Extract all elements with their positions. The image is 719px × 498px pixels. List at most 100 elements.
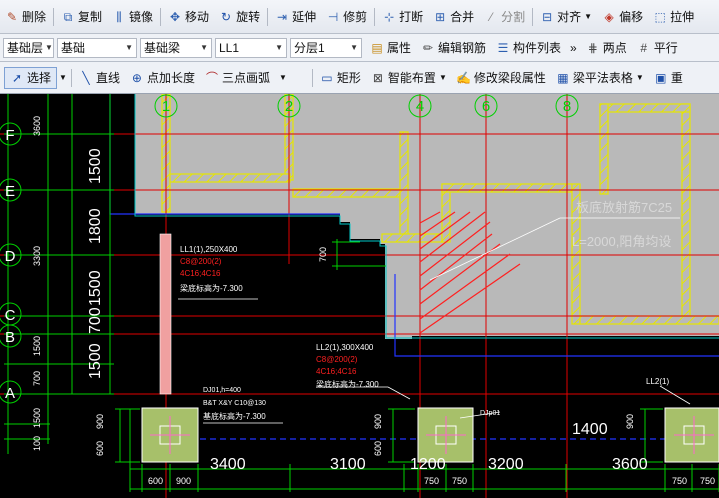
modify-icon: ✍ [456, 70, 472, 85]
dim-text-bottom: 3100 [330, 456, 366, 473]
chevron-down-icon: ▼ [350, 43, 358, 52]
smart-layout-icon: ⊠ [372, 70, 383, 85]
ll1-elevation: 梁底标高为-7.300 [180, 283, 243, 293]
split-button[interactable]: ⁄ 分割 [479, 6, 530, 28]
overflow-button[interactable]: » [566, 37, 581, 59]
dim-text-bottom: 3600 [612, 456, 648, 473]
offset-button[interactable]: ◈ 偏移 [597, 6, 648, 28]
wall[interactable] [381, 233, 443, 243]
ll2-rebar: 4C16;4C16 [316, 367, 357, 376]
more-icon: ▣ [655, 70, 667, 85]
component-select[interactable]: LL1 ▼ [215, 37, 287, 58]
axis-label-top: 4 [416, 98, 424, 115]
axis-label-left: A [5, 385, 15, 402]
wall[interactable] [441, 183, 451, 243]
wall[interactable] [169, 173, 291, 183]
sublayer-select[interactable]: 分层1 ▼ [290, 37, 362, 58]
more-button[interactable]: ▣ 重 [649, 67, 688, 89]
dim-text-large: 1500 [87, 343, 104, 379]
list-icon: ☰ [497, 40, 509, 55]
chevron-down-icon: ▼ [438, 73, 447, 82]
eraser-icon: ✎ [6, 9, 18, 24]
mirror-button[interactable]: ⫼ 镜像 [107, 6, 158, 28]
modify-segment-button[interactable]: ✍ 修改梁段属性 [452, 67, 551, 89]
point-length-button[interactable]: ⊕ 点加长度 [125, 67, 200, 89]
trim-button[interactable]: ⊣ 修剪 [321, 6, 372, 28]
dim-text-small: 600 [95, 441, 105, 456]
wall[interactable] [599, 103, 691, 113]
chevron-down-icon: ▼ [275, 43, 283, 52]
dim-text-large: 1500 [87, 148, 104, 184]
merge-icon: ⊞ [435, 9, 446, 24]
dim-text: 700 [32, 371, 42, 386]
align-icon: ⊟ [542, 9, 553, 24]
ll1-rebar: 4C16;4C16 [180, 269, 221, 278]
draw-toolbar: ➚ 选择 ▼ ╲ 直线 ⊕ 点加长度 ⌒ 三点画弧 ▼ ▭ 矩形 ⊠ 智能布置 ▼ ✍ 修改梁段属… [0, 62, 719, 94]
drawing-canvas[interactable]: 1 2 4 6 8 F E D C B A 3600 3300 1500 700… [0, 94, 719, 498]
properties-icon: ▤ [371, 40, 383, 55]
move-icon: ✥ [170, 9, 181, 24]
three-point-arc-button[interactable]: ⌒ 三点画弧 ▼ [200, 67, 292, 89]
chevron-down-icon: ▼ [59, 73, 67, 82]
parallel-icon: # [640, 40, 648, 55]
mirror-icon: ⫼ [116, 9, 122, 24]
dim-text-large: 700 [87, 307, 104, 334]
ll2-stirrup: C8@200(2) [316, 355, 358, 364]
layer-select[interactable]: 基础层 ▼ [3, 37, 54, 58]
toolbar-divider [311, 68, 313, 87]
line-button[interactable]: ╲ 直线 [74, 67, 125, 89]
move-button[interactable]: ✥ 移动 [163, 6, 214, 28]
rotate-button[interactable]: ↻ 旋转 [214, 6, 265, 28]
copy-button[interactable]: ⧉ 复制 [56, 6, 107, 28]
edit-rebar-button[interactable]: ✏ 编辑钢筋 [416, 37, 491, 59]
dj-rebar: B&T X&Y C10@130 [203, 400, 266, 407]
dim-text: 3300 [32, 246, 42, 266]
select-button[interactable]: ➚ 选择 [4, 66, 58, 89]
ll1-beam[interactable] [159, 233, 172, 395]
extend-icon: ⇥ [277, 9, 288, 24]
rect-button[interactable]: ▭ 矩形 [315, 67, 366, 89]
two-points-button[interactable]: ⋕ 两点 [581, 37, 632, 59]
wall[interactable] [579, 315, 719, 325]
table-icon: ▦ [557, 70, 569, 85]
chevron-down-icon: ▼ [278, 73, 287, 82]
length-note: L=2000,阳角均设 [572, 234, 671, 249]
axis-label-top: 2 [285, 98, 293, 115]
align-button[interactable]: ⊟ 对齐 ▼ [535, 6, 597, 28]
delete-button[interactable]: ✎ 删除 [0, 6, 51, 28]
wall[interactable] [441, 183, 573, 193]
select-dropdown[interactable]: ▼ [57, 67, 69, 89]
component-type-select[interactable]: 基础梁 ▼ [140, 37, 212, 58]
axis-label-left: E [5, 183, 15, 200]
dim-text-small: 900 [373, 414, 383, 429]
dj-label: DJ01,h=400 [203, 387, 241, 394]
copy-icon: ⧉ [63, 9, 73, 24]
smart-layout-button[interactable]: ⊠ 智能布置 ▼ [366, 67, 452, 89]
ll2-label-right: LL2(1) [646, 377, 669, 386]
beam-table-button[interactable]: ▦ 梁平法表格 ▼ [551, 67, 649, 89]
dim-text-small: 750 [424, 476, 439, 486]
rotate-icon: ↻ [221, 9, 232, 24]
dim-text-small: 700 [318, 247, 328, 262]
split-icon: ⁄ [490, 9, 493, 24]
extend-button[interactable]: ⇥ 延伸 [270, 6, 321, 28]
stretch-button[interactable]: ⬚ 拉伸 [648, 6, 699, 28]
component-list-button[interactable]: ☰ 构件列表 [491, 37, 566, 59]
dim-text: 1500 [32, 336, 42, 356]
ll2-elevation: 梁底标高为-7.300 [316, 379, 379, 389]
parallel-button[interactable]: # 平行 [632, 37, 683, 59]
ll1-label: LL1(1),250X400 [180, 245, 238, 254]
chevron-down-icon: ▼ [635, 73, 644, 82]
dim-text-large: 1500 [87, 270, 104, 306]
wall[interactable] [681, 103, 691, 317]
wall[interactable] [399, 131, 409, 243]
toolbar-divider [53, 7, 55, 26]
category-select[interactable]: 基础 ▼ [57, 37, 137, 58]
dim-text-small: 900 [176, 476, 191, 486]
break-button[interactable]: ⊹ 打断 [377, 6, 428, 28]
axis-label-top: 6 [482, 98, 490, 115]
wall[interactable] [599, 103, 609, 195]
properties-button[interactable]: ▤ 属性 [365, 37, 416, 59]
dim-text-large: 1800 [87, 208, 104, 244]
merge-button[interactable]: ⊞ 合并 [428, 6, 479, 28]
